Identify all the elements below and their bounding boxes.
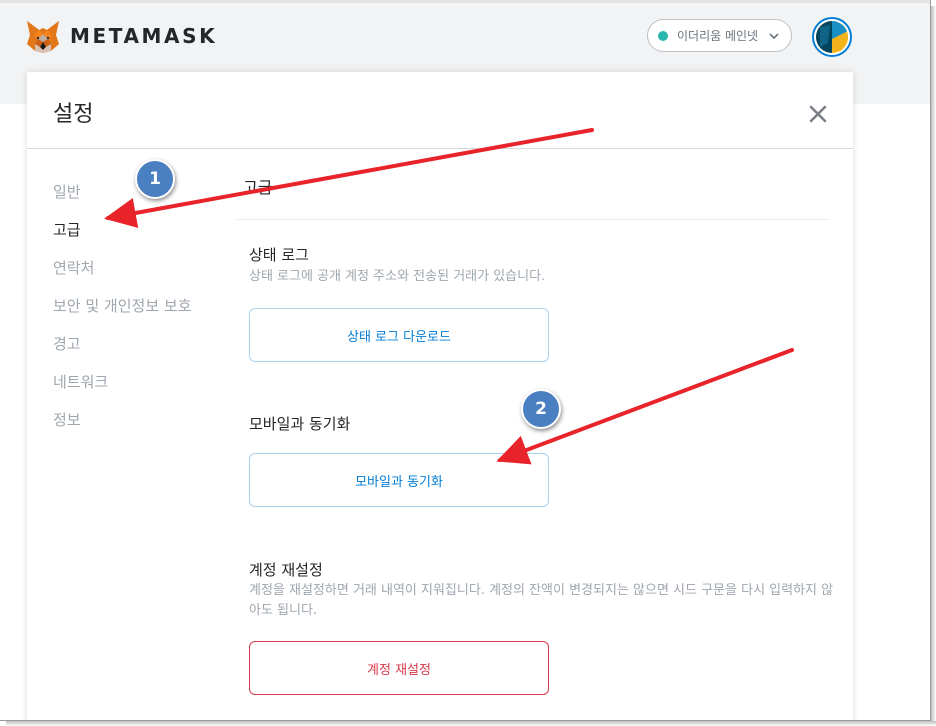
- chevron-down-icon: [769, 33, 779, 40]
- section-title: 고급: [243, 178, 273, 197]
- download-state-logs-button[interactable]: 상태 로그 다운로드: [249, 308, 549, 362]
- settings-header: 설정: [27, 72, 853, 149]
- settings-sidebar: 일반 고급 연락처 보안 및 개인정보 보호 경고 네트워크 정보: [53, 172, 233, 438]
- sidebar-item-networks[interactable]: 네트워크: [53, 362, 233, 400]
- account-avatar[interactable]: [812, 17, 852, 57]
- window-shadow-right: [931, 6, 936, 726]
- browser-window: METAMASK 이더리움 메인넷 설정 일반 고급 연락처 보안 및 개인정보…: [0, 0, 931, 721]
- section-divider: [237, 219, 829, 220]
- sidebar-item-contacts[interactable]: 연락처: [53, 248, 233, 286]
- settings-title: 설정: [53, 102, 94, 127]
- metamask-wordmark: METAMASK: [70, 24, 218, 48]
- sidebar-item-about[interactable]: 정보: [53, 400, 233, 438]
- network-status-dot: [658, 30, 668, 41]
- identicon-icon: [816, 21, 848, 53]
- sync-mobile-label: 모바일과 동기화: [249, 415, 351, 433]
- reset-account-description: 계정을 재설정하면 거래 내역이 지워집니다. 계정의 잔액이 변경되지는 않으…: [249, 583, 834, 618]
- network-label: 이더리움 메인넷: [677, 29, 759, 43]
- state-logs-description: 상태 로그에 공개 계정 주소와 전송된 거래가 있습니다.: [249, 269, 546, 284]
- reset-account-label: 계정 재설정: [249, 561, 323, 579]
- window-shadow-bottom: [6, 721, 936, 726]
- step-badge-2: 2: [521, 389, 561, 429]
- sidebar-item-alerts[interactable]: 경고: [53, 324, 233, 362]
- sync-mobile-button[interactable]: 모바일과 동기화: [249, 453, 549, 507]
- metamask-fox-icon[interactable]: [26, 20, 60, 53]
- step-badge-1: 1: [135, 159, 175, 199]
- reset-account-button[interactable]: 계정 재설정: [249, 641, 549, 695]
- sidebar-item-advanced[interactable]: 고급: [53, 210, 233, 248]
- close-icon[interactable]: [804, 100, 832, 128]
- app-header: METAMASK 이더리움 메인넷: [0, 0, 930, 72]
- sidebar-item-security-privacy[interactable]: 보안 및 개인정보 보호: [53, 286, 233, 324]
- network-selector[interactable]: 이더리움 메인넷: [647, 19, 792, 52]
- state-logs-label: 상태 로그: [249, 246, 309, 264]
